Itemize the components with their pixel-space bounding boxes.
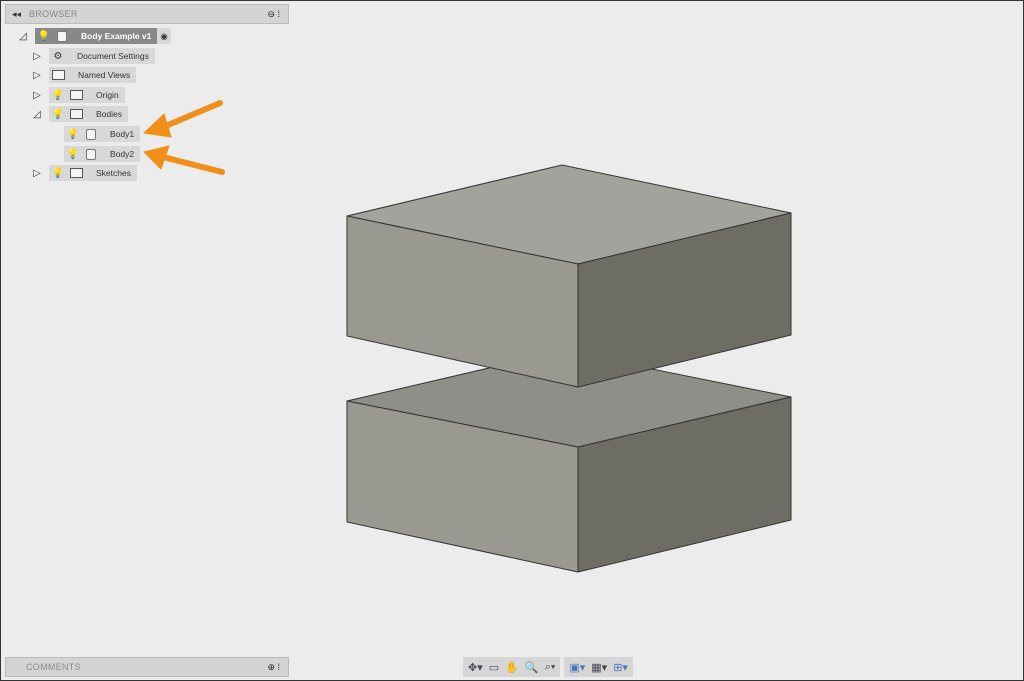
grid-icon[interactable]: ▦▾ <box>591 661 607 674</box>
fit-icon[interactable]: ⌕▾ <box>545 661 556 674</box>
comments-title: COMMENTS <box>26 662 81 672</box>
app-window: ◂◂ BROWSER ⊖ ⁞ ◿ 💡 Body Example v1 ◉ ▷ ⚙ D… <box>0 0 1024 681</box>
annotation-arrow-body1 <box>142 100 223 138</box>
display-settings-icon[interactable]: ▣▾ <box>569 661 585 674</box>
look-at-icon[interactable]: ▭ <box>489 661 499 674</box>
viewport[interactable] <box>1 1 1023 680</box>
comments-bar[interactable]: COMMENTS ⊕ ⁞ <box>5 657 289 677</box>
annotation-arrow-body2 <box>143 145 225 175</box>
body1-box <box>346 164 792 388</box>
pan-icon[interactable]: ✋ <box>505 661 519 674</box>
zoom-icon[interactable]: 🔍 <box>525 661 539 674</box>
viewports-icon[interactable]: ⊞▾ <box>613 661 628 674</box>
orbit-icon[interactable]: ✥▾ <box>468 661 483 674</box>
add-comment-icon[interactable]: ⊕ ⁞ <box>267 662 280 673</box>
navigation-toolbar: ✥▾ ▭ ✋ 🔍 ⌕▾ ▣▾ ▦▾ ⊞▾ <box>463 657 633 677</box>
